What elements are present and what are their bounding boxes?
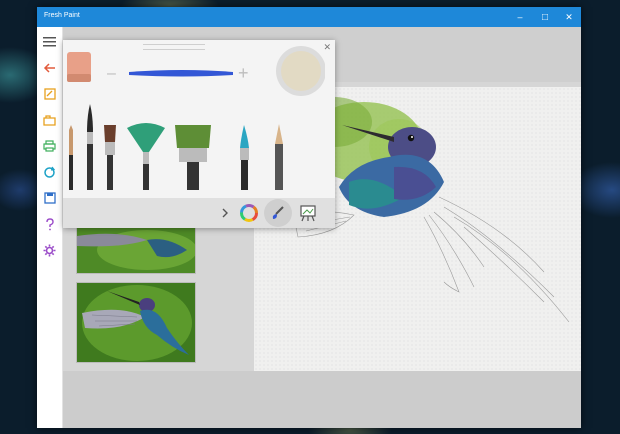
hamburger-menu-button[interactable] [37,31,62,53]
paintbrush-icon [272,206,284,219]
help-button[interactable] [37,213,62,235]
eraser-tool[interactable] [67,52,91,82]
wide-flat-brush[interactable] [175,125,211,190]
chevron-right-icon [222,208,228,218]
title-bar: Fresh Paint – □ ✕ [37,7,581,27]
fan-brush[interactable] [127,123,165,190]
fine-liner-brush[interactable] [240,125,249,190]
settings-button[interactable] [37,239,62,261]
hummingbird-photo-top [77,228,195,273]
settings-gear-icon [43,244,56,256]
flat-brush[interactable] [104,125,116,190]
back-button[interactable] [37,57,62,79]
help-icon [45,217,54,230]
save-button[interactable] [37,187,62,209]
new-canvas-button[interactable] [37,83,62,105]
reference-image-top[interactable] [76,227,196,274]
open-button[interactable] [37,109,62,131]
open-folder-icon [43,114,56,126]
color-swatch[interactable] [276,46,325,96]
new-canvas-icon [43,88,56,100]
pointed-round-brush[interactable] [87,104,93,190]
easel-icon [300,205,316,222]
minimize-button[interactable]: – [508,7,532,27]
color-wheel-button[interactable] [237,201,261,225]
collapse-arrow-button[interactable] [213,201,237,225]
size-decrease-button[interactable]: – [107,65,116,82]
hamburger-menu-icon [43,37,56,47]
back-arrow-icon [43,63,55,73]
hummingbird-photo-bottom [77,283,195,362]
maximize-button[interactable]: □ [533,7,557,27]
canvas-easel-button[interactable] [296,201,320,225]
panel-toolbar [63,198,335,228]
save-icon [43,192,56,204]
print-button[interactable] [37,135,62,157]
share-button[interactable] [37,161,62,183]
brush-picker-panel: ✕ – + [63,40,335,228]
color-wheel-icon [240,204,258,222]
pencil-tool[interactable] [275,124,283,190]
app-sidebar [37,27,63,428]
size-increase-button[interactable]: + [238,63,249,83]
reference-image-bottom[interactable] [76,282,196,363]
brush-tool-button[interactable] [264,199,292,227]
watercolor-thin-brush[interactable] [69,125,73,190]
stroke-width-slider[interactable] [129,70,233,77]
window-title: Fresh Paint [44,12,80,19]
bottom-bar [63,371,581,428]
share-icon [44,166,56,178]
print-icon [43,140,56,152]
brush-selector: – + [67,46,325,190]
close-button[interactable]: ✕ [557,7,581,27]
